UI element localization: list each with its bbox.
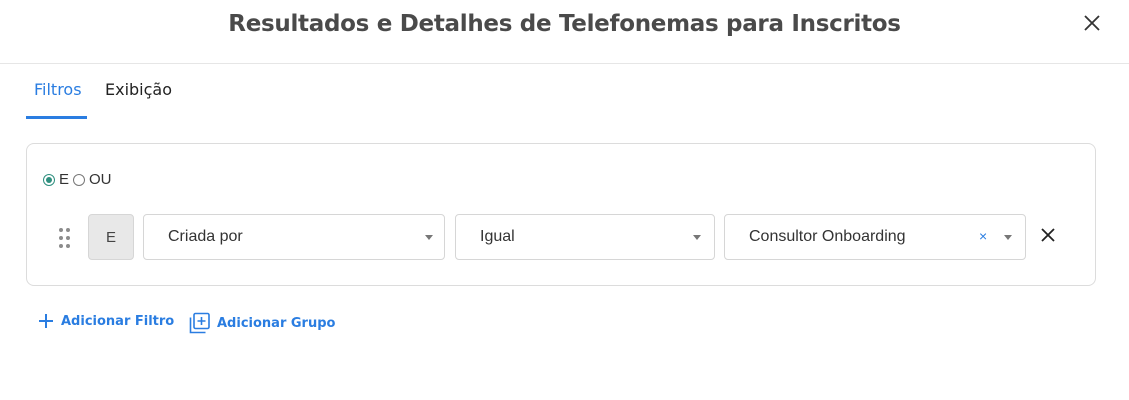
operator-select[interactable]: Igual	[455, 214, 715, 260]
close-icon[interactable]	[1080, 11, 1104, 35]
drag-handle-icon[interactable]	[58, 228, 72, 248]
add-group-button[interactable]: Adicionar Grupo	[189, 312, 335, 334]
radio-and[interactable]	[43, 173, 55, 186]
filter-group-panel: E OU E Criada por Igual Consultor Onboar…	[26, 143, 1096, 286]
add-filter-button[interactable]: Adicionar Filtro	[37, 312, 174, 330]
chevron-down-icon	[425, 235, 433, 240]
clear-value-icon[interactable]: ×	[979, 228, 987, 244]
chevron-down-icon	[1004, 235, 1012, 240]
add-filter-label: Adicionar Filtro	[61, 313, 175, 329]
value-select-value: Consultor Onboarding	[749, 228, 906, 245]
logic-selector: E OU	[43, 171, 116, 188]
dialog-title: Resultados e Detalhes de Telefonemas par…	[228, 11, 901, 37]
active-tab-indicator	[26, 116, 87, 119]
radio-and-label: E	[59, 171, 70, 188]
tab-filtros[interactable]: Filtros	[34, 80, 82, 99]
field-select[interactable]: Criada por	[143, 214, 445, 260]
remove-filter-icon[interactable]	[1039, 226, 1057, 244]
chevron-down-icon	[693, 235, 701, 240]
radio-or[interactable]	[73, 173, 86, 186]
add-group-icon	[189, 312, 210, 334]
field-select-value: Criada por	[168, 228, 243, 245]
plus-icon	[39, 314, 53, 328]
dialog-header: Resultados e Detalhes de Telefonemas par…	[0, 0, 1129, 64]
operator-select-value: Igual	[480, 228, 515, 245]
value-select[interactable]: Consultor Onboarding ×	[724, 214, 1026, 260]
tab-exibicao[interactable]: Exibição	[105, 80, 172, 99]
radio-or-label: OU	[89, 171, 112, 188]
conjunction-badge: E	[88, 214, 134, 260]
add-group-label: Adicionar Grupo	[217, 315, 336, 331]
